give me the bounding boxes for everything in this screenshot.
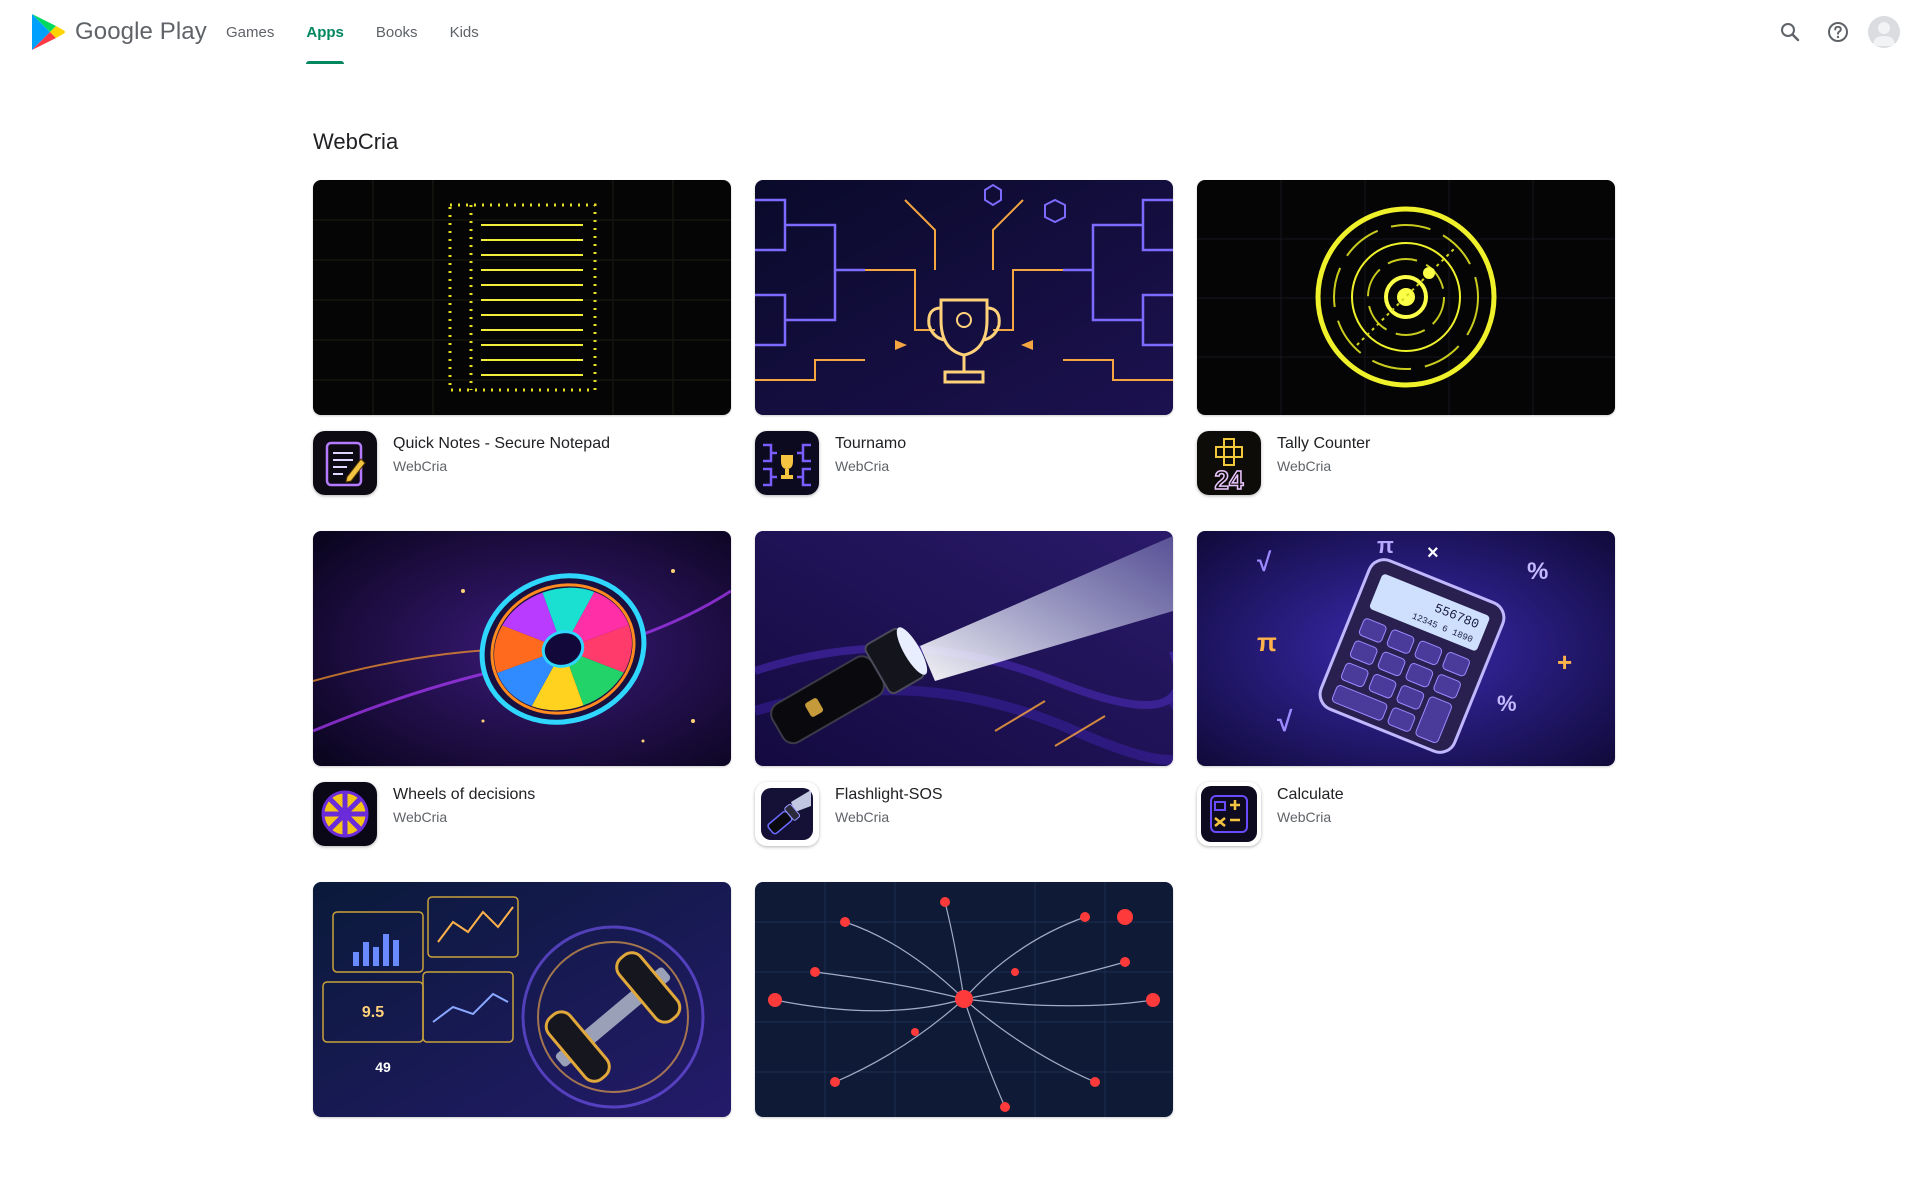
top-app-bar: Google Play Games Apps Books Kids	[0, 0, 1920, 64]
developer-name: WebCria	[1277, 809, 1332, 825]
fitness-stat-primary: 9.5	[362, 1004, 384, 1021]
calculator-icon	[1197, 782, 1261, 846]
app-meta	[755, 1133, 1173, 1197]
svg-text:√: √	[1257, 547, 1272, 577]
tab-books-label: Books	[375, 23, 418, 41]
tally-banner-graphic	[1197, 180, 1615, 415]
app-meta: Quick Notes - Secure Notepad WebCria	[313, 431, 731, 495]
search-icon	[1781, 23, 1800, 42]
app-name: Quick Notes - Secure Notepad	[393, 435, 610, 452]
app-meta-text: Calculate WebCria	[1277, 782, 1344, 828]
feature-graphic	[755, 882, 1173, 1117]
feature-graphic: √ π % π √ + % × Σ 556780 12345 6	[1197, 531, 1615, 766]
svg-text:π: π	[1257, 627, 1277, 657]
tab-books[interactable]: Books	[360, 0, 434, 64]
feature-graphic: 9.5 49	[313, 882, 731, 1117]
brand-name: Google Play	[75, 18, 207, 45]
app-card-neural-network[interactable]	[755, 882, 1173, 1197]
app-card-calculate[interactable]: √ π % π √ + % × Σ 556780 12345 6	[1197, 531, 1615, 846]
app-name: Wheels of decisions	[393, 786, 536, 803]
developer-name: WebCria	[393, 809, 448, 825]
notepad-icon	[313, 431, 377, 495]
tally-icon-number: 24	[1215, 465, 1244, 495]
app-icon	[313, 431, 377, 495]
app-meta: Wheels of decisions WebCria	[313, 782, 731, 846]
app-meta	[313, 1133, 731, 1197]
app-meta-text: Quick Notes - Secure Notepad WebCria	[393, 431, 610, 477]
app-card-tally-counter[interactable]: 24 Tally Counter WebCria	[1197, 180, 1615, 495]
notepad-banner-graphic	[313, 180, 731, 415]
app-meta-text: Tournamo WebCria	[835, 431, 906, 477]
feature-graphic	[755, 180, 1173, 415]
person-icon	[1873, 22, 1895, 46]
app-grid: Quick Notes - Secure Notepad WebCria Tou…	[313, 180, 1623, 1197]
tab-apps-label: Apps	[306, 23, 344, 41]
app-card-flashlight-sos[interactable]: Flashlight-SOS WebCria	[755, 531, 1173, 846]
app-meta-text: Flashlight-SOS WebCria	[835, 782, 943, 828]
app-card-tournamo[interactable]: Tournamo WebCria	[755, 180, 1173, 495]
tab-apps[interactable]: Apps	[290, 0, 360, 64]
svg-text:×: ×	[1427, 542, 1439, 564]
app-meta-text: Tally Counter WebCria	[1277, 431, 1370, 477]
calculator-banner-graphic: √ π % π √ + % × Σ 556780 12345 6	[1197, 531, 1615, 766]
tally-plus-icon: 24	[1197, 431, 1261, 495]
wheel-banner-graphic	[313, 531, 731, 766]
app-name: Tournamo	[835, 435, 907, 452]
tab-kids-label: Kids	[449, 23, 479, 41]
flashlight-banner-graphic	[755, 531, 1173, 766]
network-banner-graphic	[755, 882, 1173, 1117]
bracket-banner-graphic	[755, 180, 1173, 415]
feature-graphic	[313, 180, 731, 415]
main-content: WebCria Quick Notes - Secure Notepad Web…	[313, 120, 1623, 1197]
app-icon	[755, 782, 819, 846]
feature-graphic	[1197, 180, 1615, 415]
svg-text:√: √	[1277, 706, 1293, 737]
svg-text:%: %	[1527, 558, 1548, 585]
svg-text:%: %	[1497, 691, 1517, 716]
svg-text:π: π	[1377, 533, 1394, 558]
app-meta-text: Wheels of decisions WebCria	[393, 782, 535, 828]
app-meta: Flashlight-SOS WebCria	[755, 782, 1173, 846]
header-actions	[1762, 12, 1900, 52]
app-icon	[1197, 782, 1261, 846]
app-icon: 24	[1197, 431, 1261, 495]
tab-kids[interactable]: Kids	[434, 0, 495, 64]
tournament-bracket-icon	[755, 431, 819, 495]
play-logo-icon	[32, 14, 65, 50]
fitness-banner-graphic: 9.5 49	[313, 882, 731, 1117]
google-play-logo[interactable]: Google Play	[30, 12, 207, 52]
feature-graphic	[755, 531, 1173, 766]
flashlight-icon	[755, 782, 819, 846]
app-card-wheels-of-decisions[interactable]: Wheels of decisions WebCria	[313, 531, 731, 846]
search-button[interactable]	[1770, 12, 1810, 52]
feature-graphic	[313, 531, 731, 766]
tab-games-label: Games	[226, 23, 275, 41]
developer-name: WebCria	[835, 809, 890, 825]
app-card-quick-notes[interactable]: Quick Notes - Secure Notepad WebCria	[313, 180, 731, 495]
app-icon	[755, 431, 819, 495]
app-name: Tally Counter	[1277, 435, 1371, 452]
account-avatar[interactable]	[1868, 16, 1900, 48]
app-icon	[313, 782, 377, 846]
developer-name: WebCria	[393, 458, 448, 474]
developer-name: WebCria	[1277, 458, 1332, 474]
primary-nav: Games Apps Books Kids	[210, 0, 495, 64]
app-name: Flashlight-SOS	[835, 786, 943, 803]
fitness-stat-secondary: 49	[375, 1059, 391, 1075]
svg-text:+: +	[1557, 647, 1572, 677]
tab-games[interactable]: Games	[210, 0, 290, 64]
app-name: Calculate	[1277, 786, 1344, 803]
help-button[interactable]	[1818, 12, 1858, 52]
section-title: WebCria	[313, 129, 399, 154]
app-meta: Calculate WebCria	[1197, 782, 1615, 846]
app-meta: 24 Tally Counter WebCria	[1197, 431, 1615, 495]
app-meta: Tournamo WebCria	[755, 431, 1173, 495]
decision-wheel-icon	[313, 782, 377, 846]
developer-name: WebCria	[835, 458, 890, 474]
help-icon	[1828, 22, 1848, 42]
app-card-fitness[interactable]: 9.5 49	[313, 882, 731, 1197]
